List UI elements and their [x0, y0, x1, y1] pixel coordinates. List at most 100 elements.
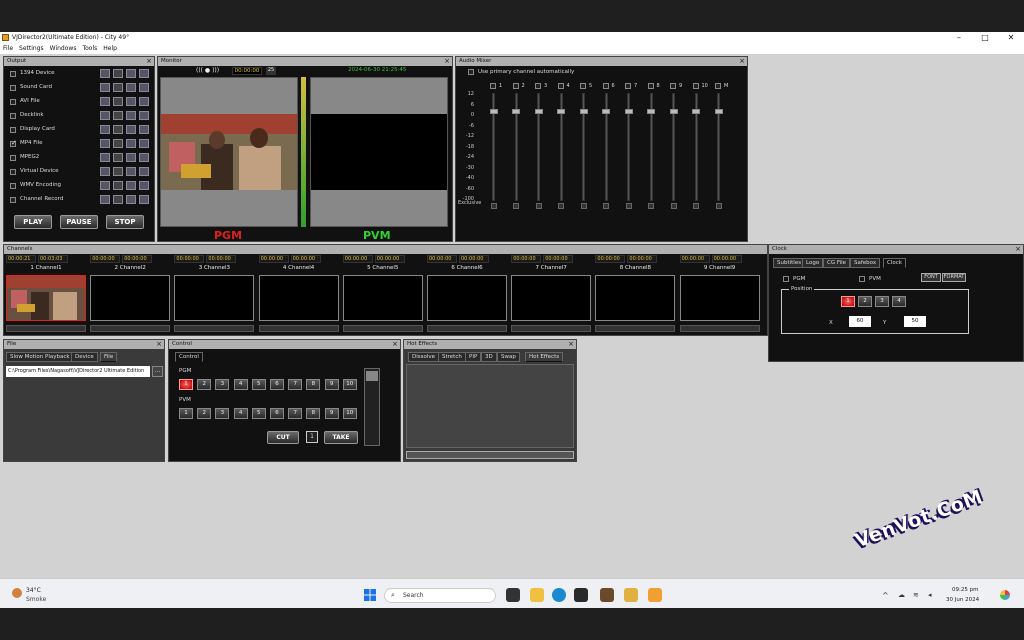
channel-checkbox[interactable] — [715, 83, 721, 89]
tab-logo[interactable]: Logo — [802, 258, 824, 268]
channel-checkbox[interactable] — [490, 83, 496, 89]
pgm-source-5-button[interactable]: 5 — [251, 379, 266, 390]
menu-settings[interactable]: Settings — [16, 44, 47, 53]
position-2-button[interactable]: 2 — [858, 296, 872, 307]
channel-thumbnail[interactable] — [342, 275, 423, 321]
output-row[interactable]: MPEG2 — [10, 153, 150, 163]
output-option-icon[interactable] — [113, 195, 123, 204]
output-row[interactable]: Channel Record — [10, 195, 150, 205]
output-checkbox[interactable] — [10, 99, 16, 105]
output-option-icon[interactable] — [100, 69, 110, 78]
output-option-icon[interactable] — [100, 139, 110, 148]
pgm-screen[interactable] — [160, 77, 298, 227]
tbar-handle[interactable] — [366, 371, 378, 381]
format-button[interactable]: FORMAT — [942, 273, 966, 282]
pgm-source-10-button[interactable]: 10 — [342, 379, 357, 390]
channel-checkbox[interactable] — [625, 83, 631, 89]
channel-checkbox[interactable] — [580, 83, 586, 89]
tab-stretch[interactable]: Stretch — [438, 352, 466, 362]
clock-time[interactable]: 09:25 pm — [952, 587, 978, 593]
file-explorer-icon[interactable] — [530, 588, 544, 602]
pvm-checkbox[interactable] — [859, 276, 865, 282]
output-option-icon[interactable] — [139, 111, 149, 120]
output-row[interactable]: 1394 Device — [10, 69, 150, 79]
output-option-icon[interactable] — [126, 181, 136, 190]
copilot-icon[interactable] — [1000, 590, 1010, 600]
exclusive-toggle[interactable] — [490, 203, 497, 209]
fader-knob[interactable] — [557, 109, 565, 114]
tab-cg-file[interactable]: CG File — [823, 258, 851, 268]
output-option-icon[interactable] — [113, 153, 123, 162]
channel-checkbox[interactable] — [692, 83, 699, 89]
close-icon[interactable]: × — [739, 57, 745, 66]
output-option-icon[interactable] — [100, 97, 110, 106]
app2-taskbar-icon[interactable] — [648, 588, 662, 602]
output-option-icon[interactable] — [126, 153, 136, 162]
menu-file[interactable]: File — [0, 44, 16, 53]
pvm-source-1-button[interactable]: 1 — [179, 408, 193, 419]
exclusive-toggle[interactable] — [693, 203, 699, 209]
output-option-icon[interactable] — [139, 125, 149, 134]
channel-transport-bar[interactable] — [342, 325, 423, 332]
output-checkbox[interactable] — [10, 71, 16, 77]
channel-transport-bar[interactable] — [427, 325, 507, 332]
pvm-source-7-button[interactable]: 7 — [288, 408, 303, 419]
output-option-icon[interactable] — [139, 195, 149, 204]
output-option-icon[interactable] — [126, 167, 136, 176]
output-option-icon[interactable] — [139, 139, 149, 148]
tray-arrow-icon[interactable]: ^ — [882, 591, 889, 600]
fader-knob[interactable] — [624, 109, 633, 114]
output-checkbox[interactable] — [10, 85, 16, 91]
output-row[interactable]: Decklink — [10, 111, 150, 121]
exclusive-toggle[interactable] — [535, 203, 542, 209]
output-option-icon[interactable] — [100, 167, 110, 176]
pvm-screen[interactable] — [310, 77, 448, 227]
output-option-icon[interactable] — [126, 125, 136, 134]
tbar-track[interactable] — [364, 368, 380, 446]
pause-button[interactable]: PAUSE — [60, 215, 98, 229]
output-option-icon[interactable] — [126, 69, 136, 78]
tab-3d[interactable]: 3D — [481, 352, 497, 362]
tab-control[interactable]: Control — [175, 352, 203, 362]
x-input[interactable]: 60 — [849, 316, 871, 327]
channel-transport-bar[interactable] — [90, 325, 171, 332]
output-option-icon[interactable] — [113, 83, 123, 92]
output-row[interactable]: Virtual Device — [10, 167, 150, 177]
fader-knob[interactable] — [534, 109, 543, 114]
pgm-source-7-button[interactable]: 7 — [288, 379, 303, 390]
cut-button[interactable]: CUT — [267, 431, 299, 444]
output-option-icon[interactable] — [139, 69, 149, 78]
pgm-source-4-button[interactable]: 4 — [233, 379, 248, 390]
output-checkbox[interactable] — [10, 155, 16, 161]
tab-device[interactable]: Device — [71, 352, 98, 362]
exclusive-toggle[interactable] — [715, 203, 722, 209]
fader-knob[interactable] — [512, 109, 520, 114]
output-option-icon[interactable] — [100, 153, 110, 162]
channel-transport-bar[interactable] — [511, 325, 592, 332]
channel-transport-bar[interactable] — [6, 325, 86, 332]
exclusive-toggle[interactable] — [580, 203, 587, 209]
menu-tools[interactable]: Tools — [79, 44, 100, 53]
channel-transport-bar[interactable] — [174, 325, 255, 332]
output-checkbox[interactable] — [10, 127, 16, 133]
fader-knob[interactable] — [489, 109, 498, 114]
vjdirector-taskbar-icon[interactable] — [600, 588, 614, 602]
pgm-source-9-button[interactable]: 9 — [324, 379, 339, 390]
pvm-source-8-button[interactable]: 8 — [306, 408, 321, 419]
network-icon[interactable]: ☁ — [898, 591, 905, 599]
output-option-icon[interactable] — [113, 167, 123, 176]
y-input[interactable]: 50 — [904, 316, 926, 327]
channel-checkbox[interactable] — [647, 83, 654, 89]
output-checkbox[interactable] — [10, 183, 16, 189]
output-option-icon[interactable] — [113, 181, 123, 190]
channel-thumbnail[interactable] — [174, 275, 255, 321]
output-checkbox[interactable] — [10, 113, 16, 119]
position-3-button[interactable]: 3 — [875, 296, 889, 307]
output-row[interactable]: MP4 File — [10, 139, 150, 149]
pvm-source-6-button[interactable]: 6 — [270, 408, 284, 419]
channel-thumbnail[interactable] — [427, 275, 507, 321]
output-option-icon[interactable] — [139, 83, 149, 92]
output-row[interactable]: Display Card — [10, 125, 150, 135]
weather-icon[interactable] — [12, 588, 22, 598]
pgm-source-6-button[interactable]: 6 — [270, 379, 284, 390]
